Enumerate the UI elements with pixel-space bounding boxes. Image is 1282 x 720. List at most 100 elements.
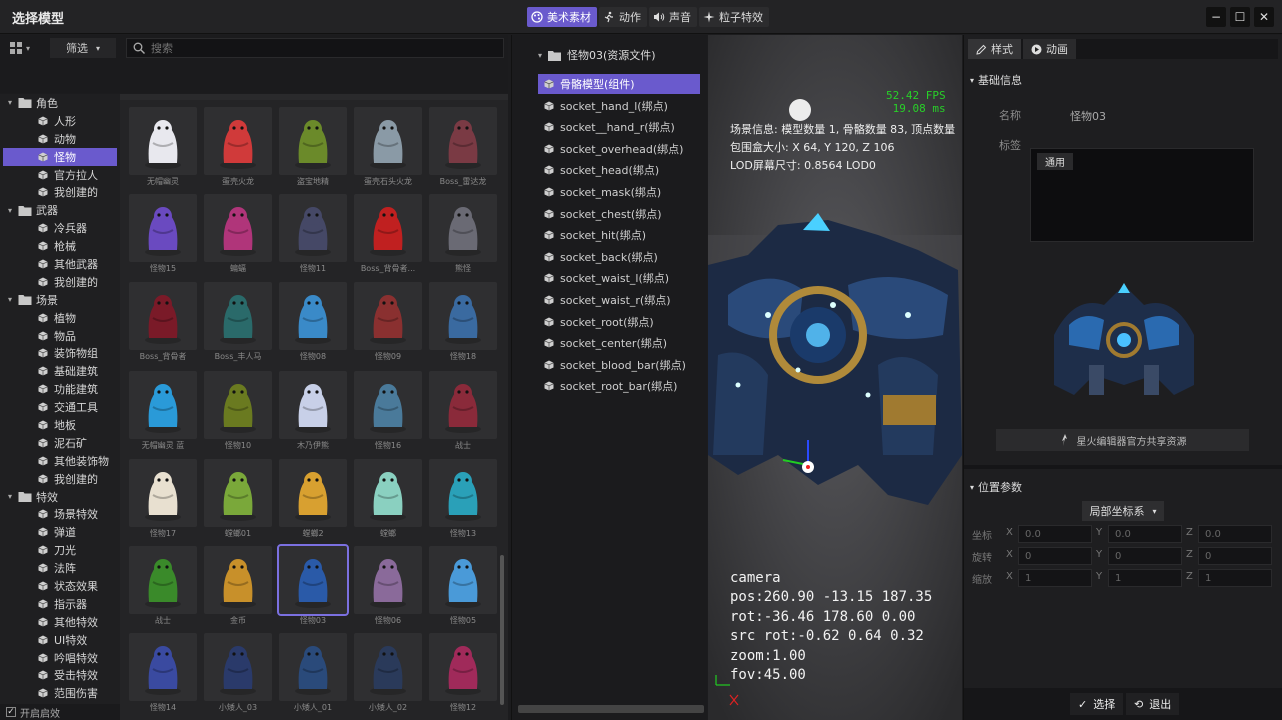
select-button[interactable]: ✓ 选择 [1070, 693, 1124, 715]
exit-button[interactable]: ⟲ 退出 [1126, 693, 1180, 715]
tree-item[interactable]: 枪械 [0, 237, 120, 255]
asset-tile[interactable]: 蝙蝠 [204, 194, 272, 277]
tree-item[interactable]: 功能建筑 [0, 380, 120, 398]
minimize-button[interactable]: − [1206, 7, 1226, 27]
hierarchy-socket[interactable]: socket_root_bar(绑点) [538, 376, 700, 396]
tag-chip[interactable]: 通用 [1037, 153, 1073, 170]
asset-tile[interactable]: 怪物13 [429, 459, 497, 542]
tree-item[interactable]: 我创建的 [0, 470, 120, 488]
official-share-button[interactable]: 星火编辑器官方共享资源 [996, 429, 1249, 451]
asset-tile[interactable]: 怪物10 [204, 371, 272, 454]
transform-x-input[interactable]: 0 [1018, 547, 1092, 565]
asset-tile[interactable]: 无帽幽灵 蓝 [129, 371, 197, 454]
asset-tile[interactable]: 怪物06 [354, 546, 422, 629]
asset-tile[interactable]: 怪物03 [277, 544, 349, 629]
basic-info-header[interactable]: ▾ 基础信息 [970, 72, 1022, 88]
asset-tile[interactable]: 螳螂 [354, 459, 422, 542]
asset-tile[interactable]: 螳螂2 [279, 459, 347, 542]
grid-scrollbar[interactable] [500, 555, 504, 705]
asset-tile[interactable]: 怪物16 [354, 371, 422, 454]
hierarchy-socket[interactable]: socket_hit(绑点) [538, 225, 700, 245]
hierarchy-socket[interactable]: socket_back(绑点) [538, 247, 700, 267]
tree-item[interactable]: 物品 [0, 327, 120, 345]
asset-tile[interactable]: 小矮人_02 [354, 633, 422, 716]
asset-tile[interactable]: Boss_丰人马 [204, 282, 272, 365]
asset-tile[interactable]: 螳螂01 [204, 459, 272, 542]
startup-checkbox[interactable]: ✓ [6, 707, 16, 717]
tree-item[interactable]: 范围伤害 [0, 684, 120, 702]
asset-tile[interactable]: 怪物08 [279, 282, 347, 365]
tree-item[interactable]: 法阵 [0, 559, 120, 577]
transform-x-input[interactable]: 1 [1018, 569, 1092, 587]
tree-item[interactable]: 装饰物组 [0, 344, 120, 362]
search-input[interactable] [151, 41, 481, 55]
tree-item[interactable]: 地板 [0, 416, 120, 434]
asset-tile[interactable]: 盗宝地精 [279, 107, 347, 190]
tree-item[interactable]: 交通工具 [0, 398, 120, 416]
hierarchy-scrollbar[interactable] [518, 705, 704, 713]
caret-down-icon[interactable]: ▾ [8, 295, 18, 304]
asset-tile[interactable]: 金币 [204, 546, 272, 629]
tree-group[interactable]: ▾ 武器 [0, 201, 120, 219]
tree-item[interactable]: 怪物 [3, 147, 117, 166]
asset-tile[interactable]: Boss_背骨者 [129, 282, 197, 365]
hierarchy-socket[interactable]: socket_mask(绑点) [538, 182, 700, 202]
hierarchy-socket[interactable]: socket__hand_r(绑点) [538, 117, 700, 137]
asset-tile[interactable]: 怪物09 [354, 282, 422, 365]
asset-tile[interactable]: 怪物05 [429, 546, 497, 629]
tree-item[interactable]: 我创建的 [0, 183, 120, 201]
tree-item[interactable]: 泥石矿 [0, 434, 120, 452]
tree-item[interactable]: 官方拉人 [0, 166, 120, 184]
tree-group[interactable]: ▾ 角色 [0, 94, 120, 112]
startup-toggle[interactable]: ✓ 开启启效 [0, 704, 120, 720]
close-button[interactable]: ✕ [1254, 7, 1274, 27]
tree-item[interactable]: 冷兵器 [0, 219, 120, 237]
asset-tile[interactable]: 蛋壳火龙 [204, 107, 272, 190]
maximize-button[interactable]: ☐ [1230, 7, 1250, 27]
caret-down-icon[interactable]: ▾ [8, 492, 18, 501]
hierarchy-socket[interactable]: socket_center(绑点) [538, 333, 700, 353]
asset-tile[interactable]: 无帽幽灵 [129, 107, 197, 190]
transform-z-input[interactable]: 1 [1198, 569, 1272, 587]
asset-tile[interactable]: 战士 [129, 546, 197, 629]
caret-down-icon[interactable]: ▾ [8, 98, 18, 107]
tree-item[interactable]: 弹道 [0, 523, 120, 541]
filter-button[interactable]: 筛选 ▾ [50, 38, 116, 58]
tree-item[interactable]: 其他特效 [0, 613, 120, 631]
tree-item[interactable]: 人形 [0, 112, 120, 130]
hierarchy-root[interactable]: ▾ 怪物03(资源文件) [512, 45, 708, 65]
asset-tile[interactable]: Boss_背骨者... [354, 194, 422, 277]
tab-animation[interactable]: 动作 [599, 7, 647, 27]
hierarchy-socket[interactable]: socket_hand_l(绑点) [538, 96, 700, 116]
tree-item[interactable]: 其他武器 [0, 255, 120, 273]
asset-tile[interactable]: 怪物17 [129, 459, 197, 542]
asset-tile[interactable]: 怪物12 [429, 633, 497, 716]
asset-tile[interactable]: 怪物11 [279, 194, 347, 277]
hierarchy-socket[interactable]: socket_blood_bar(绑点) [538, 355, 700, 375]
asset-tile[interactable]: 熊怪 [429, 194, 497, 277]
view-mode-toggle[interactable]: ▾ [10, 40, 42, 56]
transform-y-input[interactable]: 0 [1108, 547, 1182, 565]
asset-tile[interactable]: 小矮人_03 [204, 633, 272, 716]
coord-system-select[interactable]: 局部坐标系 ▾ [1082, 501, 1164, 521]
tab-art-assets[interactable]: 美术素材 [527, 7, 597, 27]
tag-box[interactable]: 通用 [1030, 148, 1254, 242]
asset-tile[interactable]: Boss_雷达龙 [429, 107, 497, 190]
tree-item[interactable]: 吟唱特效 [0, 649, 120, 667]
tree-item[interactable]: 动物 [0, 130, 120, 148]
tree-item[interactable]: 状态效果 [0, 577, 120, 595]
asset-tile[interactable]: 战士 [429, 371, 497, 454]
tree-item[interactable]: 我创建的 [0, 273, 120, 291]
asset-tile[interactable]: 怪物14 [129, 633, 197, 716]
transform-x-input[interactable]: 0.0 [1018, 525, 1092, 543]
transform-y-input[interactable]: 1 [1108, 569, 1182, 587]
asset-tile[interactable]: 小矮人_01 [279, 633, 347, 716]
asset-tile[interactable]: 怪物15 [129, 194, 197, 277]
tree-item[interactable]: 受击特效 [0, 667, 120, 685]
tree-group[interactable]: ▾ 场景 [0, 291, 120, 309]
tab-animation-props[interactable]: 动画 [1023, 39, 1076, 59]
transform-z-input[interactable]: 0.0 [1198, 525, 1272, 543]
hierarchy-socket[interactable]: socket_overhead(绑点) [538, 139, 700, 159]
transform-y-input[interactable]: 0.0 [1108, 525, 1182, 543]
hierarchy-component[interactable]: 骨骼模型(组件) [538, 74, 700, 94]
